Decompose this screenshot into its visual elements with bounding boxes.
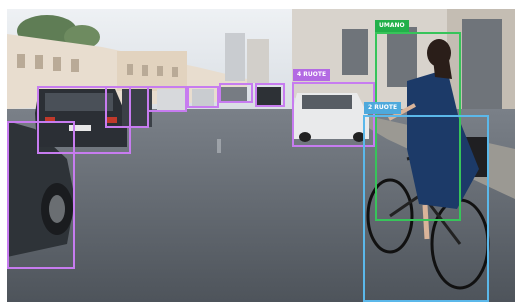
car-bbox (147, 86, 187, 112)
human-label: UMANO (375, 20, 409, 32)
bike-bbox (363, 115, 489, 302)
car-bbox (187, 86, 219, 108)
bike-label: 2 RUOTE (364, 102, 402, 114)
car-bbox (255, 83, 285, 107)
car-bbox (219, 83, 253, 103)
car-label: 4 RUOTE (293, 69, 331, 81)
car-bbox (105, 86, 149, 128)
street-photo: 4 RUOTE UMANO 2 RUOTE (7, 9, 515, 302)
